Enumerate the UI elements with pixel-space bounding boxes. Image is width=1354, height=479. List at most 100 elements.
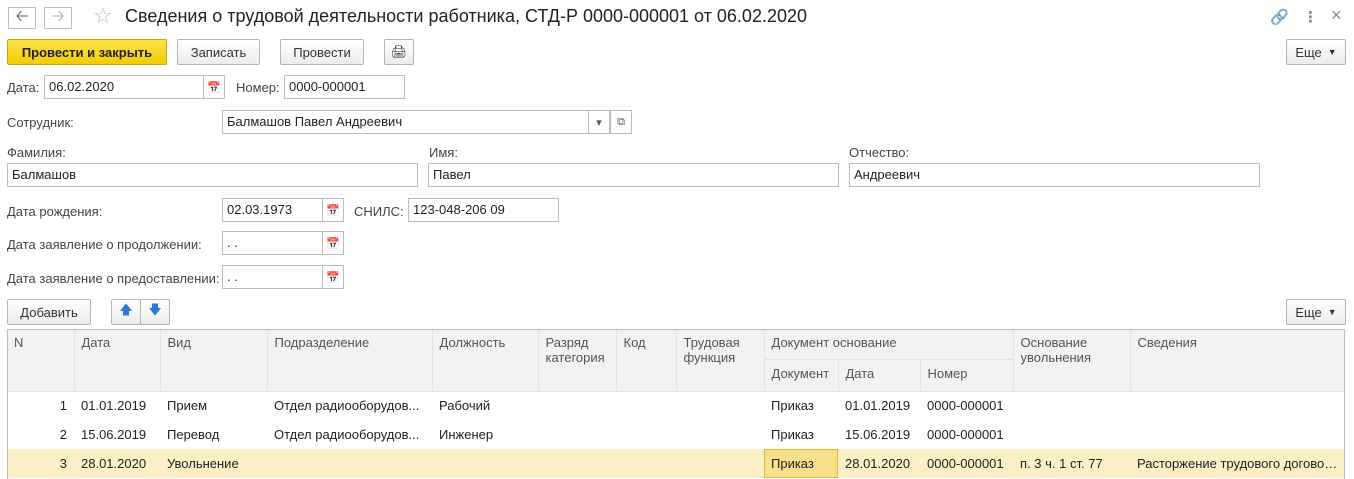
close-icon[interactable]: ×	[1331, 5, 1342, 26]
move-down-button[interactable]: 🡇	[140, 299, 170, 325]
back-button[interactable]: 🡠	[8, 7, 36, 29]
col-basis-doc-header[interactable]: Документ основание	[764, 329, 1014, 360]
cell-date[interactable]: 01.01.2019	[74, 391, 160, 420]
table-more-button[interactable]: Еще ▼	[1286, 299, 1346, 325]
calendar-icon: 📅	[326, 204, 340, 217]
col-rank-header[interactable]: Разряд категория	[538, 329, 617, 392]
lastname-field[interactable]: Балмашов	[7, 163, 418, 187]
continue-date-field[interactable]: . .	[222, 231, 323, 255]
provide-date-field[interactable]: . .	[222, 265, 323, 289]
firstname-field[interactable]: Павел	[428, 163, 839, 187]
provide-calendar-button[interactable]: 📅	[322, 265, 344, 289]
more-button[interactable]: Еще ▼	[1286, 39, 1346, 65]
employee-dropdown-button[interactable]: ▾	[588, 110, 610, 134]
cell-dept[interactable]: Отдел радиооборудов...	[267, 420, 432, 449]
more-vertical-icon[interactable]: ⋮	[1303, 8, 1318, 26]
arrow-up-icon: 🡅	[119, 302, 133, 317]
save-button[interactable]: Записать	[177, 39, 260, 65]
post-and-close-button[interactable]: Провести и закрыть	[7, 39, 167, 65]
post-button[interactable]: Провести	[280, 39, 364, 65]
birthdate-calendar-button[interactable]: 📅	[322, 198, 344, 222]
cell-dismissal-basis[interactable]	[1013, 391, 1130, 420]
employee-label: Сотрудник:	[7, 115, 74, 130]
employee-field[interactable]: Балмашов Павел Андреевич	[222, 110, 589, 134]
col-dismissal-basis-header[interactable]: Основание увольнения	[1013, 329, 1131, 392]
cell-rank[interactable]	[538, 391, 616, 420]
cell-kind[interactable]: Увольнение	[160, 449, 267, 478]
snils-field[interactable]: 123-048-206 09	[408, 198, 559, 222]
patronymic-label: Отчество:	[849, 145, 910, 160]
table-row[interactable]: 2 15.06.2019 Перевод Отдел радиооборудов…	[7, 420, 1345, 449]
table-row-selected[interactable]: 3 28.01.2020 Увольнение Приказ 28.01.202…	[7, 449, 1346, 478]
col-kind-header[interactable]: Вид	[160, 329, 268, 392]
favorite-star-icon[interactable]: ☆	[93, 3, 113, 29]
col-dept-header[interactable]: Подразделение	[267, 329, 433, 392]
cell-doc-number[interactable]: 0000-000001	[920, 449, 1014, 478]
col-code-header[interactable]: Код	[616, 329, 677, 392]
cell-dismissal-basis[interactable]: п. 3 ч. 1 ст. 77	[1013, 449, 1131, 478]
lastname-label: Фамилия:	[7, 145, 66, 160]
cell-doc-date[interactable]: 28.01.2020	[838, 449, 920, 478]
cell-position[interactable]	[432, 449, 538, 478]
calendar-icon: 📅	[326, 271, 340, 284]
cell-doc-date[interactable]: 15.06.2019	[838, 420, 920, 449]
cell-dept[interactable]: Отдел радиооборудов...	[267, 391, 432, 420]
move-up-button[interactable]: 🡅	[111, 299, 141, 325]
arrow-left-icon: 🡠	[15, 7, 29, 25]
forward-button[interactable]: 🡢	[44, 7, 72, 29]
col-doc-date-header[interactable]: Дата	[838, 359, 921, 392]
table-more-label: Еще	[1295, 304, 1322, 320]
col-position-header[interactable]: Должность	[432, 329, 539, 392]
cell-n[interactable]: 2	[7, 420, 74, 449]
col-info-header[interactable]: Сведения	[1130, 329, 1346, 392]
patronymic-field[interactable]: Андреевич	[849, 163, 1260, 187]
cell-code[interactable]	[616, 449, 676, 478]
col-n-header[interactable]: N	[7, 329, 75, 392]
cell-doc-date[interactable]: 01.01.2019	[838, 391, 920, 420]
cell-info[interactable]	[1130, 391, 1345, 420]
employee-open-button[interactable]: ⧉	[610, 110, 632, 134]
cell-info[interactable]	[1130, 420, 1345, 449]
cell-dept[interactable]	[267, 449, 432, 478]
cell-doc-current[interactable]: Приказ	[764, 449, 838, 478]
cell-rank[interactable]	[538, 420, 616, 449]
add-row-button[interactable]: Добавить	[7, 299, 91, 325]
cell-doc-number[interactable]: 0000-000001	[920, 391, 1013, 420]
cell-rank[interactable]	[538, 449, 616, 478]
col-doc-number-header[interactable]: Номер	[920, 359, 1014, 392]
cell-code[interactable]	[616, 391, 676, 420]
snils-label: СНИЛС:	[354, 204, 404, 219]
cell-kind[interactable]: Прием	[160, 391, 267, 420]
calendar-button[interactable]: 📅	[203, 75, 225, 99]
cell-n[interactable]: 3	[7, 449, 74, 478]
cell-info[interactable]: Расторжение трудового договора	[1130, 449, 1346, 478]
cell-dismissal-basis[interactable]	[1013, 420, 1130, 449]
link-icon[interactable]: 🔗	[1270, 8, 1289, 26]
continue-calendar-button[interactable]: 📅	[322, 231, 344, 255]
cell-date[interactable]: 15.06.2019	[74, 420, 160, 449]
cell-doc[interactable]: Приказ	[764, 391, 838, 420]
table-row[interactable]: 1 01.01.2019 Прием Отдел радиооборудов..…	[7, 391, 1345, 420]
cell-kind[interactable]: Перевод	[160, 420, 267, 449]
birthdate-label: Дата рождения:	[7, 204, 103, 219]
cell-labor-function[interactable]	[676, 420, 764, 449]
number-label: Номер:	[236, 80, 280, 95]
print-button[interactable]: 🖨	[384, 39, 414, 65]
col-labor-function-header[interactable]: Трудовая функция	[676, 329, 765, 392]
cell-n[interactable]: 1	[7, 391, 74, 420]
col-doc-header[interactable]: Документ	[764, 359, 839, 392]
cell-date[interactable]: 28.01.2020	[74, 449, 160, 478]
cell-labor-function[interactable]	[676, 391, 764, 420]
cell-labor-function[interactable]	[676, 449, 764, 478]
cell-position[interactable]: Инженер	[432, 420, 538, 449]
date-field[interactable]: 06.02.2020	[44, 75, 204, 99]
cell-position[interactable]: Рабочий	[432, 391, 538, 420]
cell-code[interactable]	[616, 420, 676, 449]
cell-doc[interactable]: Приказ	[764, 420, 838, 449]
birthdate-field[interactable]: 02.03.1973	[222, 198, 323, 222]
number-field[interactable]: 0000-000001	[284, 75, 405, 99]
calendar-icon: 📅	[326, 237, 340, 250]
printer-icon: 🖨	[390, 44, 408, 59]
cell-doc-number[interactable]: 0000-000001	[920, 420, 1013, 449]
col-date-header[interactable]: Дата	[74, 329, 161, 392]
